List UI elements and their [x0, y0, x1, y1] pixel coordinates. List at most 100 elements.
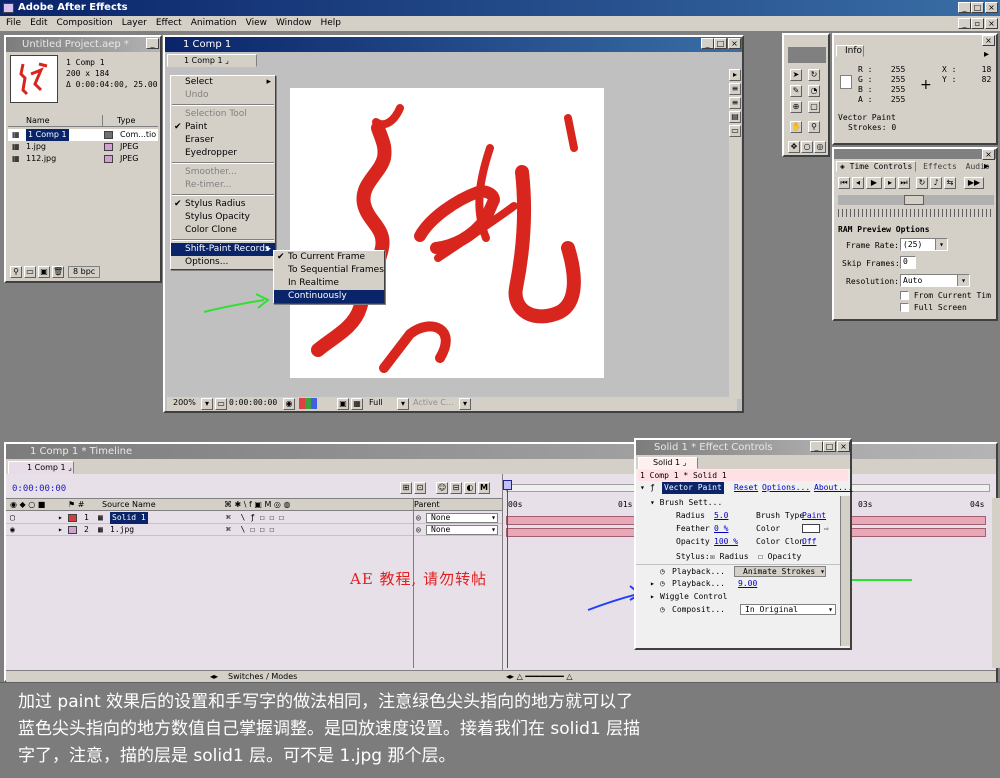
- draft3d-icon[interactable]: ⊡: [414, 482, 426, 494]
- snapshot-icon[interactable]: ◉: [283, 398, 295, 410]
- loop-icon[interactable]: ↻: [916, 177, 928, 189]
- mask-tool-icon[interactable]: ▢: [808, 101, 820, 113]
- stopwatch-icon-2[interactable]: ◷: [660, 577, 665, 590]
- rail-box-icon[interactable]: ▭: [729, 125, 741, 137]
- find-icon[interactable]: ⚲: [10, 266, 22, 278]
- menu-animation[interactable]: Animation: [191, 18, 237, 28]
- timeline-layer-row[interactable]: ▢ ▸ 1 ▦ Solid 1 ⌘ \ ƒ ☐ ☐ ☐ ◎ None ▾: [6, 512, 502, 524]
- info-menu-icon[interactable]: ▸: [984, 49, 989, 60]
- expand-arrow-icon[interactable]: ▸: [58, 512, 63, 524]
- jog-thumb[interactable]: [904, 195, 924, 205]
- resolution-value[interactable]: Full: [369, 397, 383, 409]
- layer-switches-icon[interactable]: ⌘ \ ƒ ☐ ☐ ☐: [226, 512, 284, 524]
- timeline-scroll-right[interactable]: [992, 498, 1000, 668]
- motion-blur-icon[interactable]: ◐: [464, 482, 476, 494]
- footer-arrow-icon[interactable]: ◂▸: [210, 671, 218, 682]
- next-frame-icon[interactable]: ▸: [884, 177, 896, 189]
- menu-edit[interactable]: Edit: [30, 18, 47, 28]
- parent-select[interactable]: None ▾: [426, 525, 498, 535]
- axis-icon-3[interactable]: ◎: [814, 141, 826, 153]
- project-item[interactable]: ▦ 112.jpg JPEG: [8, 153, 158, 165]
- menu-view[interactable]: View: [246, 18, 267, 28]
- pan-behind-icon[interactable]: ⊕: [790, 101, 802, 113]
- brush-type-value[interactable]: Paint: [802, 509, 826, 522]
- doc-minimize[interactable]: _: [958, 18, 971, 29]
- pickwhip-icon[interactable]: ◎: [416, 512, 421, 524]
- layer-label-swatch[interactable]: [68, 514, 77, 522]
- tc-menu-icon[interactable]: ▸: [984, 161, 989, 172]
- folder-icon[interactable]: ▭: [24, 266, 36, 278]
- jog-bar[interactable]: [838, 195, 994, 205]
- ctx-item-eyedropper[interactable]: Eyedropper: [171, 147, 275, 160]
- layer-label-swatch[interactable]: [68, 526, 77, 534]
- maximize-button[interactable]: □: [971, 2, 984, 13]
- view-dropdown-icon[interactable]: ▾: [459, 398, 471, 410]
- doc-close[interactable]: ×: [985, 18, 998, 29]
- comp-time[interactable]: 0:00:00:00: [229, 397, 277, 409]
- bpc-button[interactable]: 8 bpc: [68, 266, 101, 278]
- ctx-item-eraser[interactable]: Eraser: [171, 134, 275, 147]
- minimize-button[interactable]: _: [958, 2, 971, 13]
- trash-icon[interactable]: 🗑: [52, 266, 64, 278]
- rail-layer-icon[interactable]: ▤: [729, 111, 741, 123]
- transparency-icon[interactable]: ▦: [351, 398, 363, 410]
- comp-flowchart-icon[interactable]: ⊞: [400, 482, 412, 494]
- switches-modes-toggle[interactable]: Switches / Modes: [228, 671, 297, 682]
- col-type[interactable]: Type: [102, 115, 135, 127]
- menu-effect[interactable]: Effect: [156, 18, 182, 28]
- pickwhip-icon[interactable]: ◎: [416, 524, 421, 536]
- eyedropper-icon[interactable]: ⇨: [824, 522, 829, 535]
- playback-mode-select[interactable]: Animate Strokes ▾: [734, 566, 826, 577]
- stopwatch-icon-3[interactable]: ◷: [660, 603, 665, 616]
- project-minimize[interactable]: _: [146, 38, 159, 49]
- doc-restore[interactable]: ▫: [971, 18, 984, 29]
- info-close[interactable]: ×: [982, 35, 995, 46]
- ec-minimize[interactable]: _: [810, 441, 823, 452]
- prev-frame-icon[interactable]: ◂: [852, 177, 864, 189]
- ec-effect-name[interactable]: Vector Paint: [662, 482, 724, 494]
- ec-close[interactable]: ×: [837, 441, 850, 452]
- ec-expand-icon[interactable]: ▾: [640, 482, 645, 494]
- stylus-radius-checkbox[interactable]: ☒ Radius: [710, 550, 749, 563]
- comp-close[interactable]: ×: [728, 38, 741, 49]
- comp-maximize[interactable]: □: [714, 38, 727, 49]
- from-current-checkbox[interactable]: From Current Tim: [900, 291, 991, 300]
- channel-blue[interactable]: [311, 398, 317, 409]
- menu-layer[interactable]: Layer: [122, 18, 147, 28]
- safe-zone-icon[interactable]: ▭: [215, 398, 227, 410]
- loop-mode-icon[interactable]: ⇆: [944, 177, 956, 189]
- parent-select[interactable]: None ▾: [426, 513, 498, 523]
- sub-item-in-realtime[interactable]: In Realtime: [274, 277, 384, 290]
- ctx-item-stylus-radius[interactable]: ✔ Stylus Radius: [171, 198, 275, 211]
- tc-tab-time[interactable]: ◈ Time Controls: [836, 161, 917, 172]
- wiggle-expand-icon[interactable]: ▸: [650, 590, 655, 603]
- ec-tab[interactable]: Solid 1 ⌟: [638, 457, 698, 469]
- stylus-opacity-checkbox[interactable]: ☐ Opacity: [758, 550, 801, 563]
- sub-item-to-current-frame[interactable]: ✔ To Current Frame: [274, 251, 384, 264]
- comp-tab[interactable]: 1 Comp 1 ⌟: [167, 54, 257, 67]
- menu-help[interactable]: Help: [320, 18, 341, 28]
- last-frame-icon[interactable]: ⏭: [898, 177, 910, 189]
- playback-speed-value[interactable]: 9.00: [738, 577, 757, 590]
- frame-blend-icon[interactable]: ⊟: [450, 482, 462, 494]
- play-icon[interactable]: ▶: [866, 177, 882, 189]
- layer-name[interactable]: 1.jpg: [110, 524, 134, 536]
- full-screen-checkbox[interactable]: Full Screen: [900, 303, 967, 312]
- ec-about-link[interactable]: About...: [814, 482, 853, 494]
- col-name[interactable]: Name: [26, 115, 50, 127]
- audio-icon[interactable]: ♪: [930, 177, 942, 189]
- visibility-icon[interactable]: ▢: [10, 512, 15, 524]
- ram-preview-icon[interactable]: ▶▶: [964, 177, 984, 189]
- menu-window[interactable]: Window: [276, 18, 312, 28]
- shuttle-bar[interactable]: [838, 209, 994, 217]
- wiggle-label[interactable]: Wiggle Control: [660, 590, 727, 603]
- hand-tool-icon[interactable]: ✋: [790, 121, 802, 133]
- timeline-tab[interactable]: 1 Comp 1 ⌟: [8, 461, 74, 474]
- selection-tool-icon[interactable]: ➤: [790, 69, 802, 81]
- zoom-tool-icon[interactable]: ⚲: [808, 121, 820, 133]
- col-parent[interactable]: Parent: [414, 499, 440, 510]
- rail-grid-icon[interactable]: ≡: [729, 83, 741, 95]
- pb2-expand-icon[interactable]: ▸: [650, 577, 655, 590]
- current-time-indicator[interactable]: [507, 480, 508, 668]
- info-tab[interactable]: Info: [836, 45, 864, 57]
